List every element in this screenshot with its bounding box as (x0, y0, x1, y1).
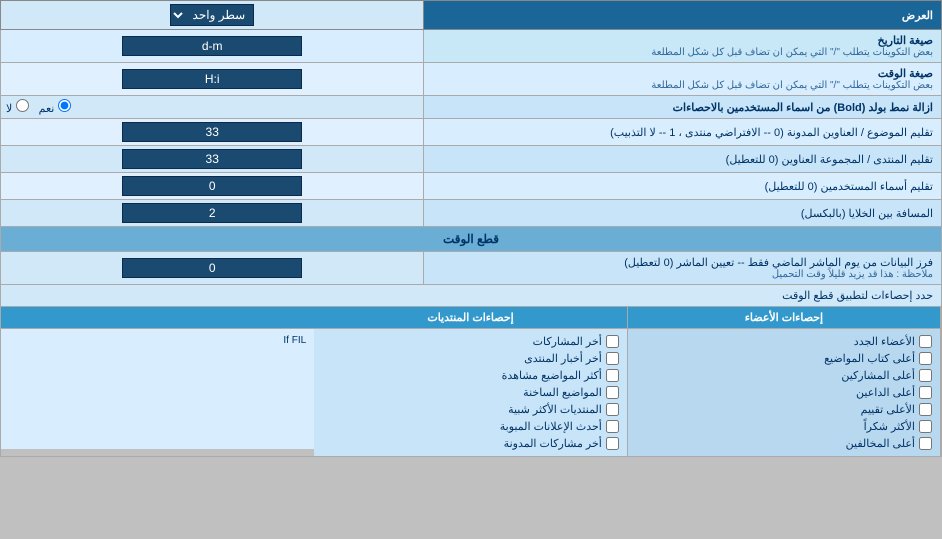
remove-bold-cell: نعم لا (1, 96, 424, 119)
checkbox-limit-label: حدد إحصاءات لتطبيق قطع الوقت (1, 285, 942, 307)
date-format-cell (1, 30, 424, 63)
checkbox-latest-classified-ads[interactable] (606, 420, 619, 433)
list-item: الأعلى تقييم (636, 401, 932, 418)
checkbox-top-topic-writers[interactable] (919, 352, 932, 365)
if-fil-text: If FIL (9, 333, 306, 348)
display-mode-cell: سطر واحدسطرينثلاثة أسطر (1, 1, 424, 30)
time-filter-input[interactable] (122, 258, 302, 278)
time-filter-cell (1, 252, 424, 285)
topic-trim-input[interactable] (122, 122, 302, 142)
list-item: الأكثر شكراً (636, 418, 932, 435)
forum-trim-cell (1, 146, 424, 173)
topic-trim-cell (1, 119, 424, 146)
list-item: أعلى المخالفين (636, 435, 932, 452)
checkbox-top-rated[interactable] (919, 403, 932, 416)
checkbox-most-viewed[interactable] (606, 369, 619, 382)
checkbox-top-violators[interactable] (919, 437, 932, 450)
page-title: العرض (424, 1, 942, 30)
list-item: المنتديات الأكثر شبية (322, 401, 619, 418)
checkbox-top-inviters[interactable] (919, 386, 932, 399)
time-filter-label: فرز البيانات من يوم الماشر الماضي فقط --… (424, 252, 942, 285)
list-item: أحدث الإعلانات المبوبة (322, 418, 619, 435)
date-format-input[interactable] (122, 36, 302, 56)
checkbox-latest-posts[interactable] (606, 335, 619, 348)
list-item: أعلى الداعين (636, 384, 932, 401)
cell-spacing-cell (1, 200, 424, 227)
display-mode-select[interactable]: سطر واحدسطرينثلاثة أسطر (170, 4, 254, 26)
topic-trim-label: تقليم الموضوع / العناوين المدونة (0 -- ا… (424, 119, 942, 146)
col3-header (1, 307, 314, 329)
checkbox-new-members[interactable] (919, 335, 932, 348)
radio-no-label: لا (6, 99, 29, 115)
time-section-header: قطع الوقت (1, 227, 942, 252)
col2-items: أخر المشاركات أخر أخبار المنتدى أكثر الم… (314, 329, 627, 456)
col2-header: إحصاءات المنتديات (314, 307, 627, 329)
time-format-input[interactable] (122, 69, 302, 89)
checkbox-col-members: إحصاءات الأعضاء الأعضاء الجدد أعلى كتاب … (627, 307, 940, 456)
forum-trim-label: تقليم المنتدى / المجموعة العناوين (0 للت… (424, 146, 942, 173)
remove-bold-label: ازالة نمط بولد (Bold) من اسماء المستخدمي… (424, 96, 942, 119)
remove-bold-radio-group: نعم لا (6, 99, 403, 115)
time-format-cell (1, 63, 424, 96)
list-item: الأعضاء الجدد (636, 333, 932, 350)
checkboxes-section: إحصاءات الأعضاء الأعضاء الجدد أعلى كتاب … (1, 307, 942, 457)
users-trim-cell (1, 173, 424, 200)
checkbox-hot-topics[interactable] (606, 386, 619, 399)
list-item: أكثر المواضيع مشاهدة (322, 367, 619, 384)
checkbox-latest-blog-posts[interactable] (606, 437, 619, 450)
col1-items: الأعضاء الجدد أعلى كتاب المواضيع أعلى ال… (628, 329, 940, 456)
col3-items: If FIL (1, 329, 314, 449)
checkbox-latest-news[interactable] (606, 352, 619, 365)
list-item: أخر أخبار المنتدى (322, 350, 619, 367)
list-item: أخر مشاركات المدونة (322, 435, 619, 452)
list-item: أعلى المشاركين (636, 367, 932, 384)
list-item: أخر المشاركات (322, 333, 619, 350)
users-trim-label: تقليم أسماء المستخدمين (0 للتعطيل) (424, 173, 942, 200)
checkbox-top-participants[interactable] (919, 369, 932, 382)
list-item: أعلى كتاب المواضيع (636, 350, 932, 367)
users-trim-input[interactable] (122, 176, 302, 196)
time-format-label: صيغة الوقت بعض التكوينات يتطلب "/" التي … (424, 63, 942, 96)
cell-spacing-input[interactable] (122, 203, 302, 223)
date-format-label: صيغة التاريخ بعض التكوينات يتطلب "/" الت… (424, 30, 942, 63)
radio-yes-label: نعم (39, 99, 71, 115)
checkbox-most-thanked[interactable] (919, 420, 932, 433)
cell-spacing-label: المسافة بين الخلايا (بالبكسل) (424, 200, 942, 227)
forum-trim-input[interactable] (122, 149, 302, 169)
radio-yes[interactable] (58, 99, 71, 112)
radio-no[interactable] (16, 99, 29, 112)
checkbox-col-empty: If FIL (1, 307, 314, 456)
checkbox-most-active-forums[interactable] (606, 403, 619, 416)
checkbox-col-forums: إحصاءات المنتديات أخر المشاركات أخر أخبا… (314, 307, 627, 456)
col1-header: إحصاءات الأعضاء (628, 307, 940, 329)
list-item: المواضيع الساخنة (322, 384, 619, 401)
